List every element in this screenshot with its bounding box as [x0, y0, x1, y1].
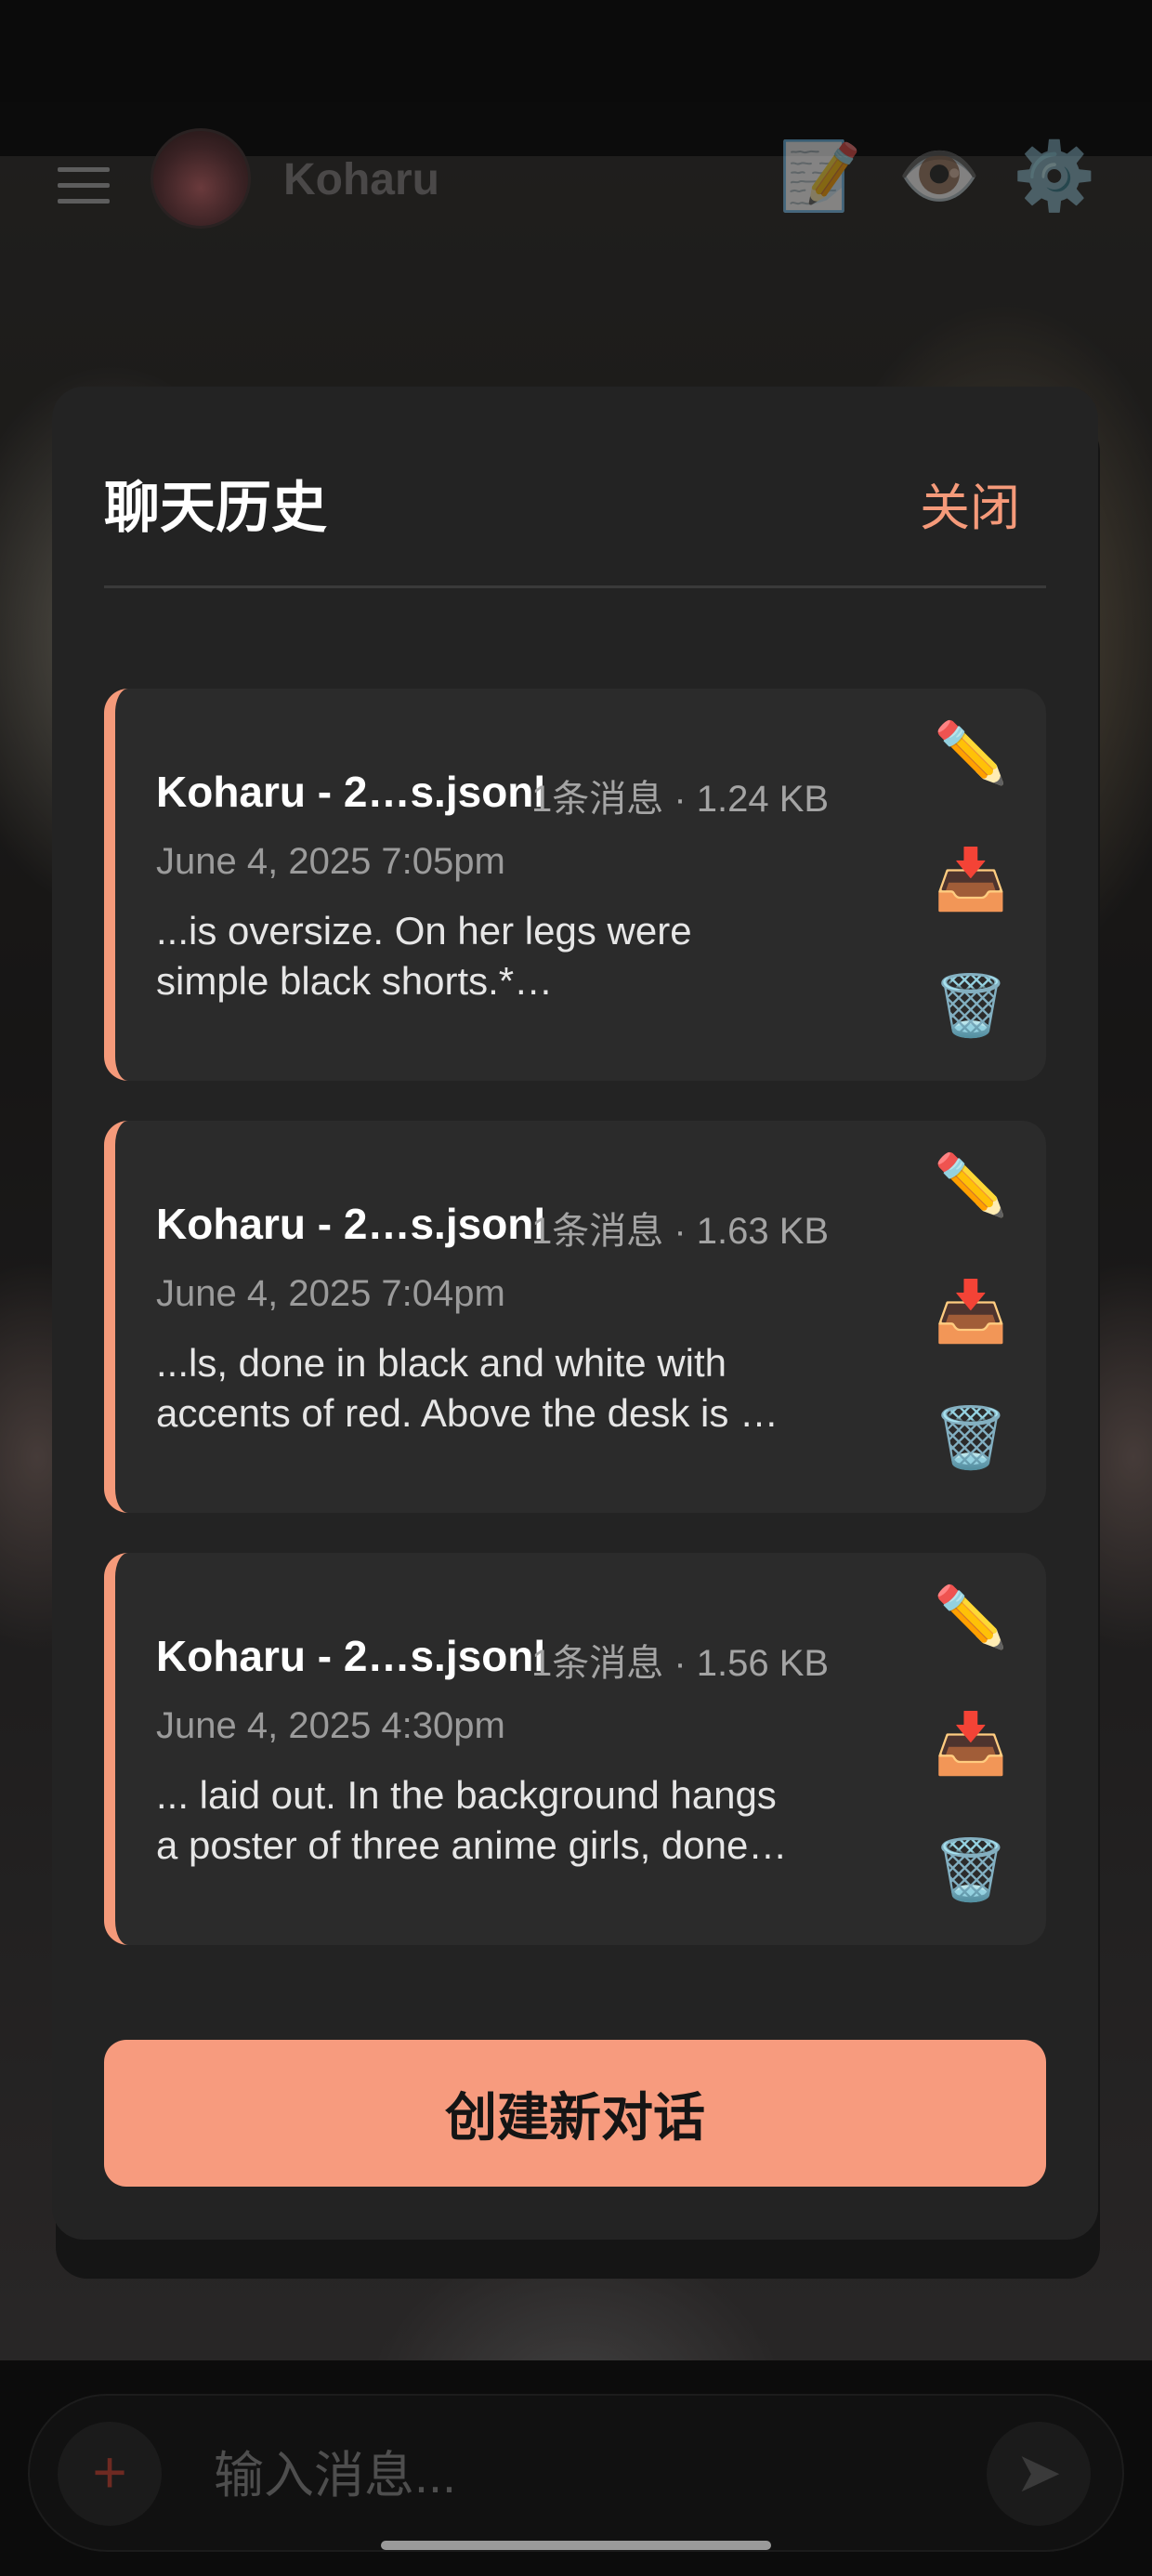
- message-input[interactable]: [212, 2442, 922, 2509]
- session-preview-line: accents of red. Above the desk is …: [156, 1391, 779, 1435]
- divider: [104, 585, 1046, 588]
- inbox-tray-icon[interactable]: 📥: [929, 1702, 1013, 1785]
- new-chat-button[interactable]: 创建新对话: [104, 2040, 1046, 2187]
- trash-icon[interactable]: 🗑️: [929, 1828, 1013, 1912]
- session-date: June 4, 2025 7:04pm: [156, 1273, 505, 1314]
- session-preview: ... laid out. In the background hangs a …: [156, 1770, 844, 1871]
- session-card[interactable]: Koharu - 2…s.jsonl 1条消息 · 1.63 KB June 4…: [104, 1121, 1046, 1513]
- session-preview-line: ...is oversize. On her legs were: [156, 909, 692, 953]
- session-meta: 1条消息 · 1.56 KB: [531, 1643, 830, 1684]
- session-title: Koharu - 2…s.jsonl: [156, 768, 546, 816]
- session-title: Koharu - 2…s.jsonl: [156, 1200, 546, 1248]
- send-button[interactable]: ➤: [987, 2422, 1091, 2526]
- memo-icon[interactable]: 📝: [779, 139, 862, 214]
- inbox-tray-icon[interactable]: 📥: [929, 1269, 1013, 1353]
- pencil-icon[interactable]: ✏️: [929, 711, 1013, 795]
- session-preview-line: ...ls, done in black and white with: [156, 1341, 727, 1385]
- session-date: June 4, 2025 4:30pm: [156, 1705, 505, 1746]
- screen: Koharu 📝 👁️ ⚙️ 聊天历史 关闭 Koharu - 2…s.json…: [0, 0, 1152, 2576]
- home-indicator: [381, 2541, 771, 2550]
- session-title: Koharu - 2…s.jsonl: [156, 1632, 546, 1680]
- session-preview: ...ls, done in black and white with acce…: [156, 1338, 844, 1439]
- session-preview-line: a poster of three anime girls, done…: [156, 1823, 788, 1867]
- pencil-icon[interactable]: ✏️: [929, 1575, 1013, 1659]
- close-button[interactable]: 关闭: [920, 467, 1020, 540]
- session-preview-line: simple black shorts.*…: [156, 959, 554, 1003]
- session-meta: 1条消息 · 1.24 KB: [531, 779, 830, 820]
- message-input-bar: + ➤: [28, 2394, 1124, 2552]
- eye-icon[interactable]: 👁️: [897, 139, 981, 214]
- session-meta: 1条消息 · 1.63 KB: [531, 1211, 830, 1252]
- session-preview-line: ... laid out. In the background hangs: [156, 1773, 777, 1817]
- chat-history-modal: 聊天历史 关闭 Koharu - 2…s.jsonl 1条消息 · 1.24 K…: [52, 387, 1098, 2240]
- session-date: June 4, 2025 7:05pm: [156, 841, 505, 882]
- session-card[interactable]: Koharu - 2…s.jsonl 1条消息 · 1.24 KB June 4…: [104, 689, 1046, 1081]
- status-bar: [0, 0, 1152, 102]
- session-preview: ...is oversize. On her legs were simple …: [156, 906, 844, 1006]
- gear-icon[interactable]: ⚙️: [1013, 139, 1096, 214]
- pencil-icon[interactable]: ✏️: [929, 1143, 1013, 1227]
- modal-title: 聊天历史: [104, 477, 327, 539]
- avatar[interactable]: [151, 128, 251, 229]
- menu-icon[interactable]: [58, 167, 110, 204]
- session-card[interactable]: Koharu - 2…s.jsonl 1条消息 · 1.56 KB June 4…: [104, 1553, 1046, 1945]
- trash-icon[interactable]: 🗑️: [929, 1396, 1013, 1479]
- app-title: Koharu: [283, 155, 439, 204]
- trash-icon[interactable]: 🗑️: [929, 964, 1013, 1047]
- attach-plus-button[interactable]: +: [58, 2422, 162, 2526]
- inbox-tray-icon[interactable]: 📥: [929, 837, 1013, 921]
